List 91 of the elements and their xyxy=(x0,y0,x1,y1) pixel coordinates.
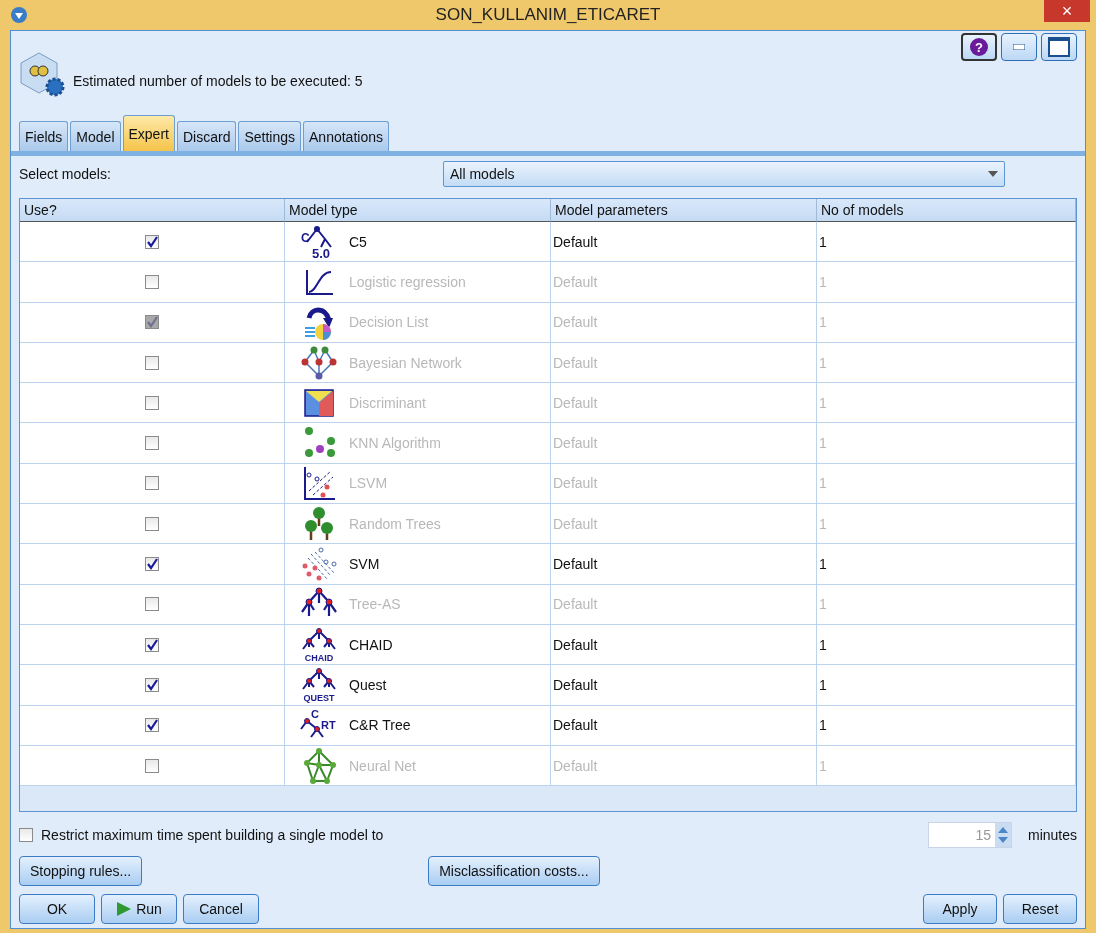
checkbox[interactable] xyxy=(145,758,159,773)
checkbox[interactable] xyxy=(145,355,159,370)
table-cell: Default xyxy=(553,596,598,613)
table-cell: C&R Tree xyxy=(349,717,411,734)
stopping-rules-button[interactable]: Stopping rules... xyxy=(19,856,143,886)
checkbox[interactable] xyxy=(19,828,33,842)
table-cell: Discriminant xyxy=(349,394,426,411)
checkbox[interactable] xyxy=(145,436,159,451)
tab[interactable]: Fields xyxy=(19,121,69,151)
table-cell: Neural Net xyxy=(349,757,416,774)
table-cell: 1 xyxy=(819,717,827,734)
checkbox[interactable] xyxy=(145,476,159,491)
table-cell: 1 xyxy=(819,636,827,653)
table-cell: Default xyxy=(553,475,598,492)
table-cell: 1 xyxy=(819,435,827,452)
run-button[interactable]: Run xyxy=(101,894,177,924)
table-cell: 1 xyxy=(819,233,827,250)
table-cell: Default xyxy=(553,717,598,734)
table-cell: 1 xyxy=(819,273,827,290)
tab[interactable]: Model xyxy=(70,121,121,151)
table-cell: Default xyxy=(553,556,598,572)
table-cell: 1 xyxy=(819,596,827,613)
table-cell: Tree-AS xyxy=(349,596,401,613)
node-gear-icon xyxy=(19,51,67,99)
table-cell: Default xyxy=(553,273,598,290)
tab[interactable]: Annotations xyxy=(303,121,389,151)
tab[interactable]: Discard xyxy=(176,121,237,151)
table-cell: 1 xyxy=(819,475,827,492)
table-cell: Default xyxy=(553,676,598,693)
table-cell: Quest xyxy=(349,676,387,693)
table-cell: CHAID xyxy=(349,636,393,653)
estimate-text: Estimated number of models to be executed: 5 xyxy=(73,73,363,89)
table-cell: 1 xyxy=(819,314,827,331)
table-cell: Default xyxy=(553,233,598,250)
spin-arrows-icon xyxy=(994,823,1011,847)
table-cell: Default xyxy=(553,435,598,452)
tab[interactable]: Expert xyxy=(122,115,175,151)
window-title: SON_KULLANIM_ETICARET xyxy=(435,5,661,25)
table-cell: 1 xyxy=(819,556,827,572)
checkbox[interactable] xyxy=(145,516,159,531)
column-header[interactable]: Model parameters xyxy=(551,199,817,222)
network-icon xyxy=(299,344,339,381)
table-cell: Default xyxy=(553,757,598,774)
close-button[interactable]: × xyxy=(1044,0,1090,22)
table-cell: Default xyxy=(553,515,598,532)
minutes-label: minutes xyxy=(1027,827,1077,843)
column-header[interactable]: Model type xyxy=(285,199,551,222)
misclassification-button[interactable]: Misclassification costs... xyxy=(428,856,600,886)
dialog-button[interactable]: Reset xyxy=(1003,894,1077,924)
table-cell: 1 xyxy=(819,676,827,693)
table-cell: Logistic regression xyxy=(349,273,466,290)
table-cell: 1 xyxy=(819,757,827,774)
checkbox[interactable] xyxy=(145,274,159,289)
checkbox[interactable] xyxy=(145,597,159,612)
checkbox[interactable] xyxy=(145,637,159,652)
dialog-button[interactable]: Apply xyxy=(923,894,997,924)
dialog-button[interactable]: Cancel xyxy=(183,894,259,924)
maximize-button[interactable] xyxy=(1041,33,1077,61)
table-cell: 1 xyxy=(819,394,827,411)
caret-icon xyxy=(988,171,998,177)
column-header[interactable]: Use? xyxy=(20,199,285,222)
dialog-button[interactable]: OK xyxy=(19,894,95,924)
minimize-button[interactable] xyxy=(1001,33,1037,61)
select-label: Select models: xyxy=(19,166,112,182)
checkbox[interactable] xyxy=(145,718,159,733)
checkbox[interactable] xyxy=(145,234,159,249)
models-dropdown[interactable]: All models xyxy=(443,161,1005,187)
checkbox[interactable] xyxy=(145,395,159,410)
table-cell: LSVM xyxy=(349,475,388,492)
table-cell: KNN Algorithm xyxy=(349,435,441,452)
table-cell: 1 xyxy=(819,515,827,532)
app-icon xyxy=(10,6,28,24)
table-cell: Default xyxy=(553,314,598,331)
maximize-icon xyxy=(1048,37,1070,57)
checkbox[interactable] xyxy=(145,557,159,571)
restrict-label: Restrict maximum time spent building a single model to xyxy=(41,827,385,843)
column-header[interactable]: No of models xyxy=(817,199,1076,222)
table-cell: Default xyxy=(553,394,598,411)
minimize-icon xyxy=(1013,44,1025,50)
table-cell: SVM xyxy=(349,556,380,572)
table-cell: Bayesian Network xyxy=(349,354,462,371)
table-cell: Default xyxy=(553,354,598,371)
table-cell: 1 xyxy=(819,354,827,371)
table-cell: C5 xyxy=(349,233,367,250)
checkbox[interactable] xyxy=(145,677,159,692)
play-icon xyxy=(116,901,133,917)
help-button[interactable]: ? xyxy=(961,33,997,61)
table-cell: Decision List xyxy=(349,314,429,331)
tab[interactable]: Settings xyxy=(238,121,302,151)
table-cell: Random Trees xyxy=(349,515,441,532)
table-cell: Default xyxy=(553,636,598,653)
